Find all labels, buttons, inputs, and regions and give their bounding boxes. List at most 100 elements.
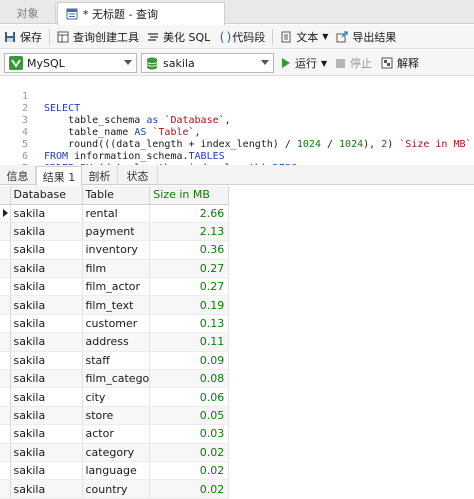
table-row[interactable]: sakila film_text 0.19 [0,295,230,315]
connection-select[interactable]: MySQL [4,53,137,73]
cell-database[interactable]: sakila [10,351,83,371]
row-selector[interactable] [0,351,11,371]
tab-objects[interactable]: 对象 [0,2,56,24]
cell-table[interactable]: rental [82,204,151,223]
cell-size[interactable]: 0.19 [149,295,230,315]
row-selector-header[interactable] [0,186,11,205]
row-selector[interactable] [0,461,11,481]
tab-profile[interactable]: 剖析 [82,166,118,185]
cell-table[interactable]: payment [82,222,151,242]
cell-size[interactable]: 2.66 [149,204,230,223]
cell-size[interactable]: 0.13 [149,314,230,334]
cell-size[interactable]: 0.27 [149,259,230,279]
table-row[interactable]: sakila film_catego 0.08 [0,369,230,389]
stop-button[interactable]: 停止 [336,54,372,72]
cell-database[interactable]: sakila [10,387,83,407]
explain-button[interactable]: 解释 [381,54,419,72]
cell-size[interactable]: 0.36 [149,240,230,260]
row-selector[interactable] [0,443,11,462]
cell-table[interactable]: staff [82,351,151,371]
cell-database[interactable]: sakila [10,461,83,481]
table-row[interactable]: sakila category 0.02 [0,443,230,462]
cell-table[interactable]: film_text [82,295,151,315]
cell-database[interactable]: sakila [10,332,83,352]
cell-table[interactable]: actor [82,424,151,444]
column-header-table[interactable]: Table [82,186,151,205]
cell-table[interactable]: inventory [82,240,151,260]
row-selector[interactable] [0,277,11,297]
text-mode-button[interactable]: 文本 ▼ [276,26,332,48]
row-selector[interactable] [0,259,11,279]
column-header-database[interactable]: Database [10,186,83,205]
tab-info[interactable]: 信息 [0,166,36,185]
query-builder-button[interactable]: 查询创建工具 [53,26,143,48]
cell-database[interactable]: sakila [10,443,83,462]
table-row[interactable]: sakila customer 0.13 [0,314,230,334]
export-results-button[interactable]: 导出结果 [332,26,400,48]
cell-database[interactable]: sakila [10,369,83,389]
tab-status[interactable]: 状态 [118,166,158,185]
table-row[interactable]: sakila language 0.02 [0,461,230,481]
table-row[interactable]: sakila staff 0.09 [0,351,230,371]
row-selector[interactable] [0,479,11,499]
cell-table[interactable]: country [82,479,151,499]
cell-database[interactable]: sakila [10,295,83,315]
cell-table[interactable]: film [82,259,151,279]
row-selector[interactable] [0,424,11,444]
cell-table[interactable]: language [82,461,151,481]
cell-database[interactable]: sakila [10,479,83,499]
row-selector[interactable] [0,222,11,242]
cell-database[interactable]: sakila [10,240,83,260]
cell-table[interactable]: city [82,387,151,407]
cell-database[interactable]: sakila [10,259,83,279]
result-grid[interactable]: Database Table Size in MB sakila rental 2.… [0,186,474,499]
save-button[interactable]: 保存 [0,26,46,48]
table-row[interactable]: sakila actor 0.03 [0,424,230,444]
row-selector[interactable] [0,295,11,315]
cell-size[interactable]: 0.05 [149,406,230,426]
cell-database[interactable]: sakila [10,314,83,334]
table-row[interactable]: sakila film_actor 0.27 [0,277,230,297]
cell-database[interactable]: sakila [10,424,83,444]
cell-database[interactable]: sakila [10,277,83,297]
row-selector[interactable] [0,204,11,223]
table-row[interactable]: sakila film 0.27 [0,259,230,279]
row-selector[interactable] [0,406,11,426]
cell-table[interactable]: customer [82,314,151,334]
column-header-size[interactable]: Size in MB [149,186,230,205]
cell-table[interactable]: film_actor [82,277,151,297]
tab-result-1[interactable]: 结果 1 [36,166,82,186]
row-selector[interactable] [0,314,11,334]
table-row[interactable]: sakila payment 2.13 [0,222,230,242]
cell-size[interactable]: 0.08 [149,369,230,389]
sql-editor[interactable]: 1 SELECT 2 table_schema as `Database`, 3… [0,77,474,174]
cell-size[interactable]: 0.06 [149,387,230,407]
cell-table[interactable]: film_catego [82,369,151,389]
cell-size[interactable]: 0.02 [149,443,230,462]
cell-database[interactable]: sakila [10,204,83,223]
table-row[interactable]: sakila city 0.06 [0,387,230,407]
row-selector[interactable] [0,240,11,260]
table-row[interactable]: sakila country 0.02 [0,479,230,499]
cell-size[interactable]: 0.09 [149,351,230,371]
table-row[interactable]: sakila address 0.11 [0,332,230,352]
row-selector[interactable] [0,332,11,352]
cell-table[interactable]: store [82,406,151,426]
code-snippet-button[interactable]: () 代码段 [214,26,269,48]
cell-database[interactable]: sakila [10,406,83,426]
beautify-sql-button[interactable]: 美化 SQL [143,26,214,48]
table-row[interactable]: sakila inventory 0.36 [0,240,230,260]
cell-size[interactable]: 2.13 [149,222,230,242]
cell-size[interactable]: 0.02 [149,479,230,499]
cell-table[interactable]: category [82,443,151,462]
row-selector[interactable] [0,369,11,389]
cell-size[interactable]: 0.27 [149,277,230,297]
table-row[interactable]: sakila store 0.05 [0,406,230,426]
database-select[interactable]: sakila [141,53,274,73]
cell-database[interactable]: sakila [10,222,83,242]
cell-table[interactable]: address [82,332,151,352]
row-selector[interactable] [0,387,11,407]
run-button[interactable]: 运行 ▼ [282,54,327,72]
table-row[interactable]: sakila rental 2.66 [0,204,230,223]
cell-size[interactable]: 0.03 [149,424,230,444]
